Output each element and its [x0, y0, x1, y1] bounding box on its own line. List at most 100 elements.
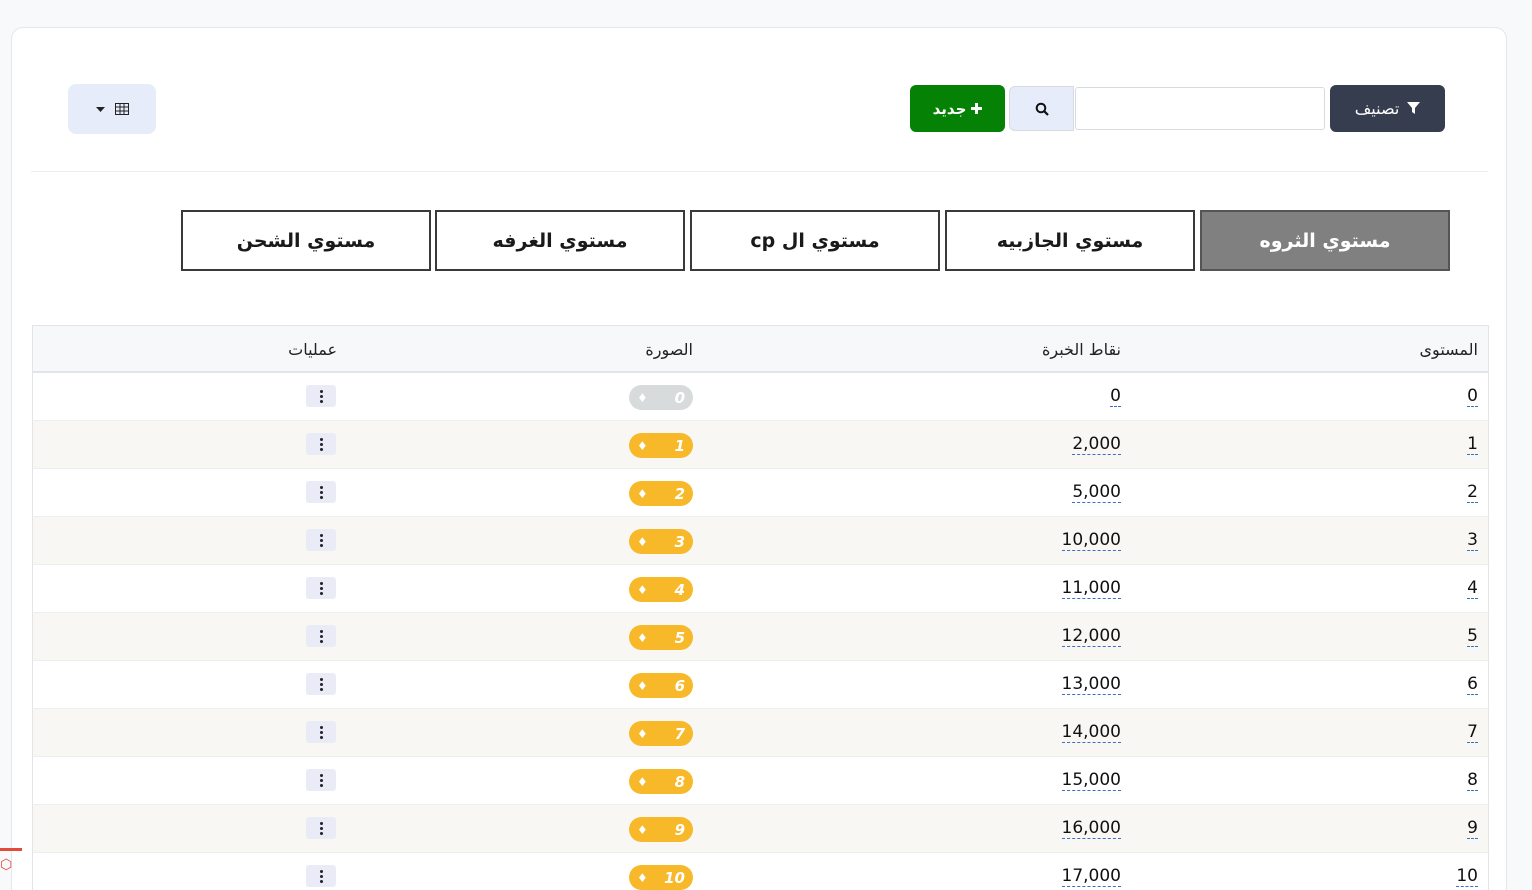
- search-input[interactable]: [1075, 87, 1325, 130]
- dot: [319, 687, 323, 691]
- xp-value[interactable]: 13,000: [1061, 674, 1121, 695]
- level-value[interactable]: 6: [1467, 674, 1478, 695]
- tab-room-level[interactable]: مستوي الغرفه: [435, 210, 685, 271]
- search-icon: [1035, 102, 1049, 116]
- xp-value[interactable]: 14,000: [1061, 722, 1121, 743]
- dot: [319, 682, 323, 686]
- level-value[interactable]: 10: [1456, 866, 1478, 887]
- xp-value[interactable]: 16,000: [1061, 818, 1121, 839]
- level-badge-image: ♦ 8: [629, 769, 693, 794]
- table-row: 10 17,000 ♦ 10: [32, 853, 1489, 890]
- level-value[interactable]: 2: [1467, 482, 1478, 503]
- level-value[interactable]: 8: [1467, 770, 1478, 791]
- view-toggle-button[interactable]: [68, 84, 156, 134]
- badge-number: 5: [674, 628, 685, 647]
- vertical-dots-icon: [319, 533, 323, 537]
- xp-value[interactable]: 2,000: [1072, 434, 1121, 455]
- tab-wealth-level[interactable]: مستوي الثروه: [1200, 210, 1450, 271]
- dot: [319, 538, 323, 542]
- badge-number: 1: [674, 436, 685, 455]
- table-row: 5 12,000 ♦ 5: [32, 613, 1489, 661]
- level-badge-image: ♦ 6: [629, 673, 693, 698]
- xp-value[interactable]: 17,000: [1061, 866, 1121, 887]
- dot: [319, 442, 323, 446]
- xp-value[interactable]: 10,000: [1061, 530, 1121, 551]
- row-actions-button[interactable]: [306, 433, 336, 455]
- dot: [319, 783, 323, 787]
- tab-cp-level[interactable]: مستوي ال cp: [690, 210, 940, 271]
- dot: [319, 495, 323, 499]
- level-badge-image: ♦ 10: [629, 865, 693, 890]
- badge-number: 4: [674, 580, 685, 599]
- tab-charm-level[interactable]: مستوي الجازبيه: [945, 210, 1195, 271]
- level-badge-image: ♦ 5: [629, 625, 693, 650]
- table-row: 0 0 ♦ 0: [32, 373, 1489, 421]
- levels-table: المستوى نقاط الخبرة الصورة عمليات 0 0 ♦ 0 1 2…: [32, 325, 1489, 890]
- row-actions-button[interactable]: [306, 529, 336, 551]
- level-badge-image: ♦ 1: [629, 433, 693, 458]
- header-xp: نقاط الخبرة: [1042, 340, 1121, 359]
- diamond-icon: ♦: [637, 438, 648, 453]
- level-value[interactable]: 3: [1467, 530, 1478, 551]
- tab-charge-level[interactable]: مستوي الشحن: [181, 210, 431, 271]
- funnel-icon: [1407, 102, 1421, 114]
- table-header: المستوى نقاط الخبرة الصورة عمليات: [32, 325, 1489, 373]
- badge-number: 2: [674, 484, 685, 503]
- dot: [319, 874, 323, 878]
- row-actions-button[interactable]: [306, 817, 336, 839]
- level-badge-image: ♦ 0: [629, 385, 693, 410]
- vertical-dots-icon: [319, 581, 323, 585]
- table-row: 8 15,000 ♦ 8: [32, 757, 1489, 805]
- filter-label: تصنيف: [1354, 99, 1400, 118]
- vertical-dots-icon: [319, 389, 323, 393]
- row-actions-button[interactable]: [306, 385, 336, 407]
- filter-button[interactable]: تصنيف: [1330, 85, 1445, 132]
- level-value[interactable]: 1: [1467, 434, 1478, 455]
- dot: [319, 586, 323, 590]
- search-button[interactable]: [1009, 86, 1074, 131]
- vertical-dots-icon: [319, 485, 323, 489]
- table-row: 4 11,000 ♦ 4: [32, 565, 1489, 613]
- row-actions-button[interactable]: [306, 721, 336, 743]
- xp-value[interactable]: 12,000: [1061, 626, 1121, 647]
- table-row: 6 13,000 ♦ 6: [32, 661, 1489, 709]
- dot: [319, 394, 323, 398]
- xp-value[interactable]: 15,000: [1061, 770, 1121, 791]
- level-value[interactable]: 5: [1467, 626, 1478, 647]
- level-value[interactable]: 7: [1467, 722, 1478, 743]
- xp-value[interactable]: 0: [1110, 386, 1121, 407]
- dot: [319, 447, 323, 451]
- vertical-dots-icon: [319, 437, 323, 441]
- dot: [319, 879, 323, 883]
- badge-number: 8: [674, 772, 685, 791]
- diamond-icon: ♦: [637, 534, 648, 549]
- diamond-icon: ♦: [637, 582, 648, 597]
- new-button[interactable]: جديد: [910, 85, 1005, 132]
- level-value[interactable]: 4: [1467, 578, 1478, 599]
- row-actions-button[interactable]: [306, 673, 336, 695]
- level-value[interactable]: 9: [1467, 818, 1478, 839]
- table-row: 2 5,000 ♦ 2: [32, 469, 1489, 517]
- table-row: 3 10,000 ♦ 3: [32, 517, 1489, 565]
- vertical-dots-icon: [319, 725, 323, 729]
- row-actions-button[interactable]: [306, 625, 336, 647]
- header-actions: عمليات: [288, 340, 337, 359]
- dot: [319, 543, 323, 547]
- badge-number: 6: [674, 676, 685, 695]
- level-value[interactable]: 0: [1467, 386, 1478, 407]
- diamond-icon: ♦: [637, 678, 648, 693]
- diamond-icon: ♦: [637, 630, 648, 645]
- table-row: 9 16,000 ♦ 9: [32, 805, 1489, 853]
- header-image: الصورة: [645, 340, 693, 359]
- row-actions-button[interactable]: [306, 865, 336, 887]
- xp-value[interactable]: 5,000: [1072, 482, 1121, 503]
- header-level: المستوى: [1419, 340, 1478, 359]
- diamond-icon: ♦: [637, 390, 648, 405]
- xp-value[interactable]: 11,000: [1061, 578, 1121, 599]
- row-actions-button[interactable]: [306, 577, 336, 599]
- row-actions-button[interactable]: [306, 481, 336, 503]
- toolbar-divider: [31, 171, 1488, 172]
- dot: [319, 639, 323, 643]
- row-actions-button[interactable]: [306, 769, 336, 791]
- corner-box-icon[interactable]: ⬡: [0, 848, 22, 890]
